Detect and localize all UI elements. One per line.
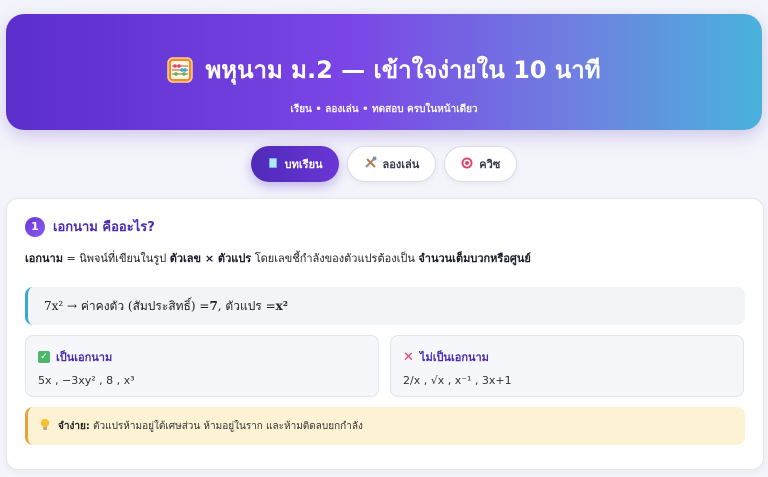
example-coefficient: 7 xyxy=(209,299,218,313)
monomial-examples-box: ✓ เป็นเอกนาม 5x , −3xy² , 8 , x³ xyxy=(25,335,379,397)
section-number-badge: 1 xyxy=(25,216,45,237)
example-prefix: 7x² → ค่าคงตัว (สัมประสิทธิ์) = xyxy=(44,298,210,313)
lightbulb-icon xyxy=(40,418,50,434)
tip-label: จำง่าย: xyxy=(58,420,90,432)
section-title: เอกนาม คืออะไร? xyxy=(53,220,155,235)
definition-term: เอกนาม xyxy=(25,252,63,265)
example-box: 7x² → ค่าคงตัว (สัมประสิทธิ์) = 7 , ตัวแ… xyxy=(25,287,745,325)
book-icon xyxy=(267,157,279,172)
tab-quiz[interactable]: ควิซ xyxy=(444,146,518,182)
page-title: พหุนาม ม.2 — เข้าใจง่ายใน 10 นาที xyxy=(6,54,762,86)
tab-play[interactable]: ลองเล่น xyxy=(346,146,437,182)
definition-condition: จำนวนเต็มบวกหรือศูนย์ xyxy=(418,252,531,265)
tip-text: จำง่าย: ตัวแปรห้ามอยู่ใต้เศษส่วน ห้ามอยู… xyxy=(58,419,363,434)
tip-body: ตัวแปรห้ามอยู่ใต้เศษส่วน ห้ามอยู่ในราก แ… xyxy=(93,420,363,432)
definition-eq: = นิพจน์ที่เขียนในรูป xyxy=(62,252,170,265)
hero-banner: พหุนาม ม.2 — เข้าใจง่ายใน 10 นาที เรียน … xyxy=(6,14,762,130)
target-icon xyxy=(461,157,473,172)
tools-icon xyxy=(364,156,377,172)
example-variable: x² xyxy=(275,299,289,313)
abacus-icon xyxy=(167,57,194,83)
monomial-values: 5x , −3xy² , 8 , x³ xyxy=(38,374,135,387)
example-mid: , ตัวแปร = xyxy=(217,298,276,313)
definition-text: เอกนาม = นิพจน์ที่เขียนในรูป ตัวเลข × ตั… xyxy=(25,249,531,267)
tab-bar: บทเรียน ลองเล่น ควิซ xyxy=(0,146,768,182)
non-monomial-header: ✕ ไม่เป็นเอกนาม xyxy=(403,348,731,366)
monomial-title: เป็นเอกนาม xyxy=(56,351,113,364)
page-title-text: พหุนาม ม.2 — เข้าใจง่ายใน 10 นาที xyxy=(205,56,601,84)
non-monomial-title: ไม่เป็นเอกนาม xyxy=(419,351,489,364)
lesson-card: 1 เอกนาม คืออะไร? เอกนาม = นิพจน์ที่เขีย… xyxy=(6,198,764,470)
definition-mid: โดยเลขชี้กำลังของตัวแปรต้องเป็น xyxy=(251,252,419,265)
tab-quiz-label: ควิซ xyxy=(479,158,501,171)
non-monomial-examples-box: ✕ ไม่เป็นเอกนาม 2/x , √x , x⁻¹ , 3x+1 xyxy=(390,335,744,397)
check-icon: ✓ xyxy=(38,351,50,363)
tip-box: จำง่าย: ตัวแปรห้ามอยู่ใต้เศษส่วน ห้ามอยู… xyxy=(25,407,745,445)
section-header: 1 เอกนาม คืออะไร? xyxy=(25,216,155,237)
tab-play-label: ลองเล่น xyxy=(382,158,420,171)
page-subtitle: เรียน • ลองเล่น • ทดสอบ ครบในหน้าเดียว xyxy=(290,104,478,115)
tab-lesson[interactable]: บทเรียน xyxy=(250,146,339,182)
monomial-header: ✓ เป็นเอกนาม xyxy=(38,348,366,366)
non-monomial-values: 2/x , √x , x⁻¹ , 3x+1 xyxy=(403,374,512,387)
tab-lesson-label: บทเรียน xyxy=(284,158,323,171)
cross-icon: ✕ xyxy=(403,349,414,365)
definition-form: ตัวเลข × ตัวแปร xyxy=(169,252,252,265)
